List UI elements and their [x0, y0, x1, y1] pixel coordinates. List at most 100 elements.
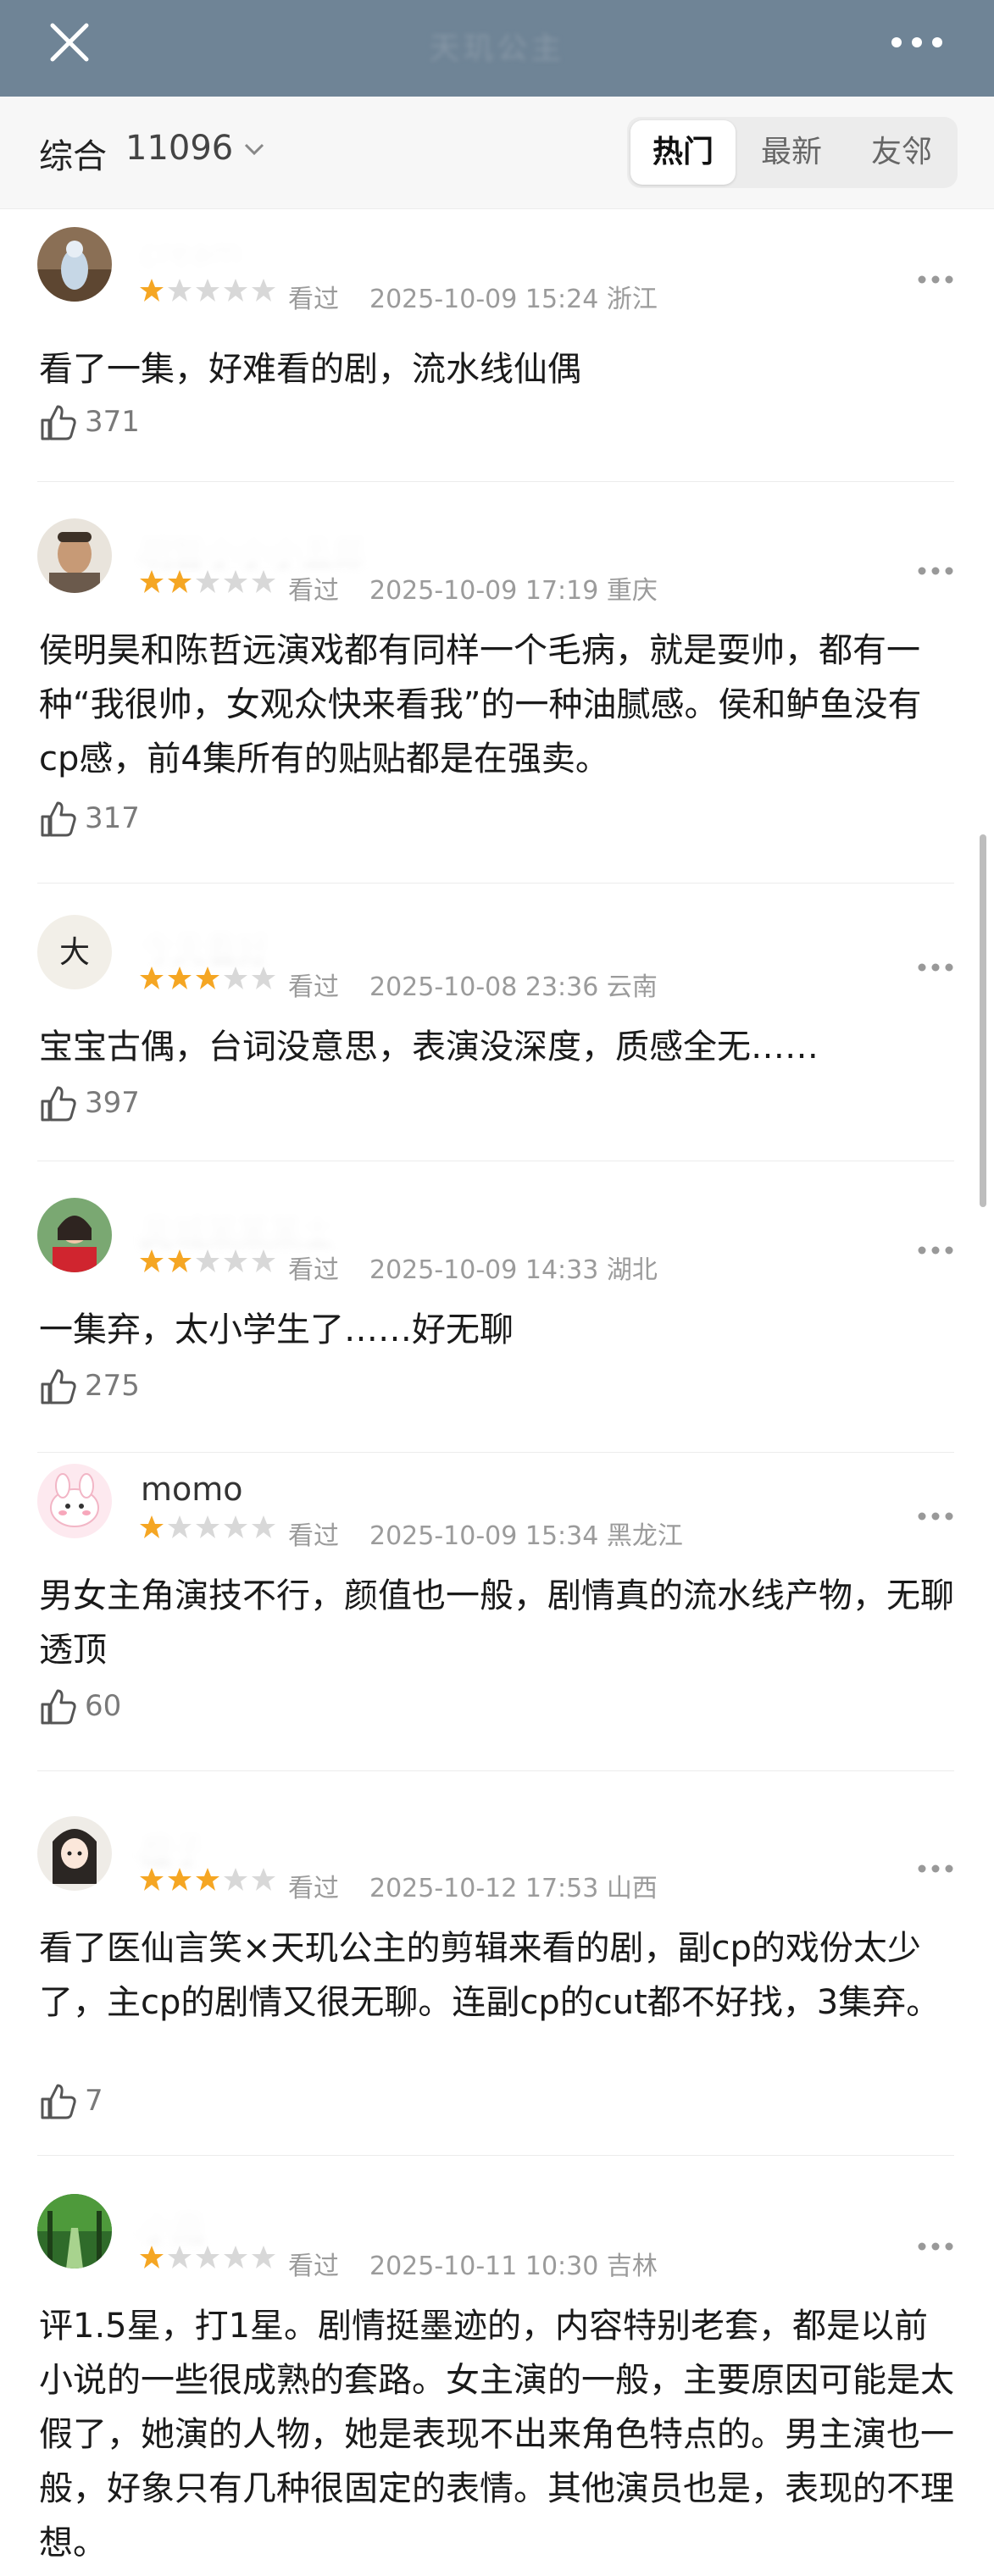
watch-status: 看过: [288, 576, 339, 606]
star-icon: [196, 279, 219, 302]
review-meta: 2025-10-09 15:34 黑龙江: [369, 1521, 683, 1551]
star-icon: [168, 279, 192, 302]
more-icon[interactable]: [890, 36, 944, 49]
more-icon[interactable]: [917, 566, 954, 576]
star-icon: [196, 1249, 219, 1272]
watch-status: 看过: [288, 1874, 339, 1903]
more-icon[interactable]: [917, 274, 954, 285]
thumbs-up-icon: [41, 405, 76, 440]
more-icon[interactable]: [917, 2241, 954, 2252]
watch-status: 看过: [288, 1521, 339, 1551]
like-count: 397: [85, 1086, 140, 1120]
star-icon: [140, 570, 164, 593]
review-meta: 2025-10-11 10:30 吉林: [369, 2252, 658, 2281]
star-icon: [224, 2246, 247, 2269]
privacy-mask: [127, 2189, 330, 2243]
thumbs-up-icon: [41, 2084, 76, 2119]
star-icon: [252, 1515, 275, 1538]
privacy-mask: [127, 513, 424, 568]
divider: [37, 1770, 954, 1771]
watch-status: 看过: [288, 285, 339, 314]
star-icon: [168, 967, 192, 989]
star-icon: [224, 279, 247, 302]
review-text: 一集弃，太小学生了……好无聊: [39, 1310, 514, 1349]
watch-status: 看过: [288, 2252, 339, 2281]
star-icon: [224, 1515, 247, 1538]
page-title: 天玑公主: [429, 31, 565, 66]
star-icon: [252, 967, 275, 989]
rating-stars: [140, 967, 275, 989]
review-meta: 2025-10-09 14:33 湖北: [369, 1255, 658, 1285]
thumbs-up-icon: [41, 1689, 76, 1725]
like-button[interactable]: 60: [39, 1687, 208, 1731]
review-text: 侯明昊和陈哲远演戏都有同样一个毛病，就是耍帅，都有一种“我很帅，女观众快来看我”…: [39, 631, 922, 778]
star-icon: [168, 570, 192, 593]
review-text: 宝宝古偶，台词没意思，表演没深度，质感全无……: [39, 1028, 819, 1066]
star-icon: [168, 1515, 192, 1538]
star-icon: [168, 1249, 192, 1272]
star-icon: [252, 1868, 275, 1891]
filter-label[interactable]: 综合: [39, 129, 107, 178]
privacy-mask: [127, 1811, 339, 1865]
star-icon: [140, 1868, 164, 1891]
review-count: 11096: [125, 129, 234, 168]
divider: [37, 2155, 954, 2156]
like-button[interactable]: 7: [39, 2082, 208, 2126]
star-icon: [252, 279, 275, 302]
thumbs-up-icon: [41, 1369, 76, 1404]
privacy-mask: [127, 222, 288, 276]
star-icon: [168, 1868, 192, 1891]
scrollbar[interactable]: [980, 834, 986, 1207]
star-icon: [224, 1249, 247, 1272]
tab-hot[interactable]: 热门: [630, 120, 736, 185]
star-icon: [196, 1868, 219, 1891]
star-icon: [140, 2246, 164, 2269]
divider: [37, 883, 954, 884]
review-text: 评1.5星，打1星。剧情挺墨迹的，内容特别老套，都是以前小说的一些很成熟的套路。…: [39, 2307, 954, 2562]
tab-latest[interactable]: 最新: [739, 117, 844, 188]
divider: [37, 481, 954, 482]
like-count: 275: [85, 1369, 140, 1403]
privacy-mask: [127, 910, 364, 964]
more-icon[interactable]: [917, 1511, 954, 1521]
review-text: 看了一集，好难看的剧，流水线仙偶: [39, 350, 581, 389]
thumbs-up-icon: [41, 801, 76, 837]
star-icon: [168, 2246, 192, 2269]
star-icon: [252, 570, 275, 593]
more-icon[interactable]: [917, 962, 954, 972]
review-meta: 2025-10-09 15:24 浙江: [369, 285, 658, 314]
like-count: 317: [85, 801, 140, 835]
like-button[interactable]: 371: [39, 403, 208, 447]
star-icon: [252, 2246, 275, 2269]
rating-stars: [140, 570, 275, 593]
like-button[interactable]: 275: [39, 1367, 208, 1411]
rating-stars: [140, 279, 275, 302]
star-icon: [140, 1515, 164, 1538]
like-count: 7: [85, 2084, 103, 2118]
review-meta: 2025-10-12 17:53 山西: [369, 1874, 658, 1903]
divider: [37, 1452, 954, 1453]
tab-friends[interactable]: 友邻: [849, 117, 954, 188]
star-icon: [224, 570, 247, 593]
like-button[interactable]: 317: [39, 800, 208, 844]
star-icon: [196, 2246, 219, 2269]
rating-stars: [140, 2246, 275, 2269]
star-icon: [252, 1249, 275, 1272]
top-bar: 天玑公主: [0, 0, 994, 97]
rating-stars: [140, 1515, 275, 1538]
thumbs-up-icon: [41, 1086, 76, 1122]
username[interactable]: momo: [141, 1471, 243, 1508]
rating-stars: [140, 1249, 275, 1272]
like-count: 371: [85, 405, 140, 439]
chevron-down-icon[interactable]: [244, 142, 264, 156]
star-icon: [196, 967, 219, 989]
star-icon: [140, 279, 164, 302]
star-icon: [140, 1249, 164, 1272]
more-icon[interactable]: [917, 1864, 954, 1874]
star-icon: [224, 967, 247, 989]
sort-tabs: 热门 最新 友邻: [627, 117, 958, 188]
more-icon[interactable]: [917, 1245, 954, 1255]
star-icon: [196, 570, 219, 593]
like-button[interactable]: 397: [39, 1084, 208, 1128]
review-meta: 2025-10-08 23:36 云南: [369, 972, 658, 1002]
